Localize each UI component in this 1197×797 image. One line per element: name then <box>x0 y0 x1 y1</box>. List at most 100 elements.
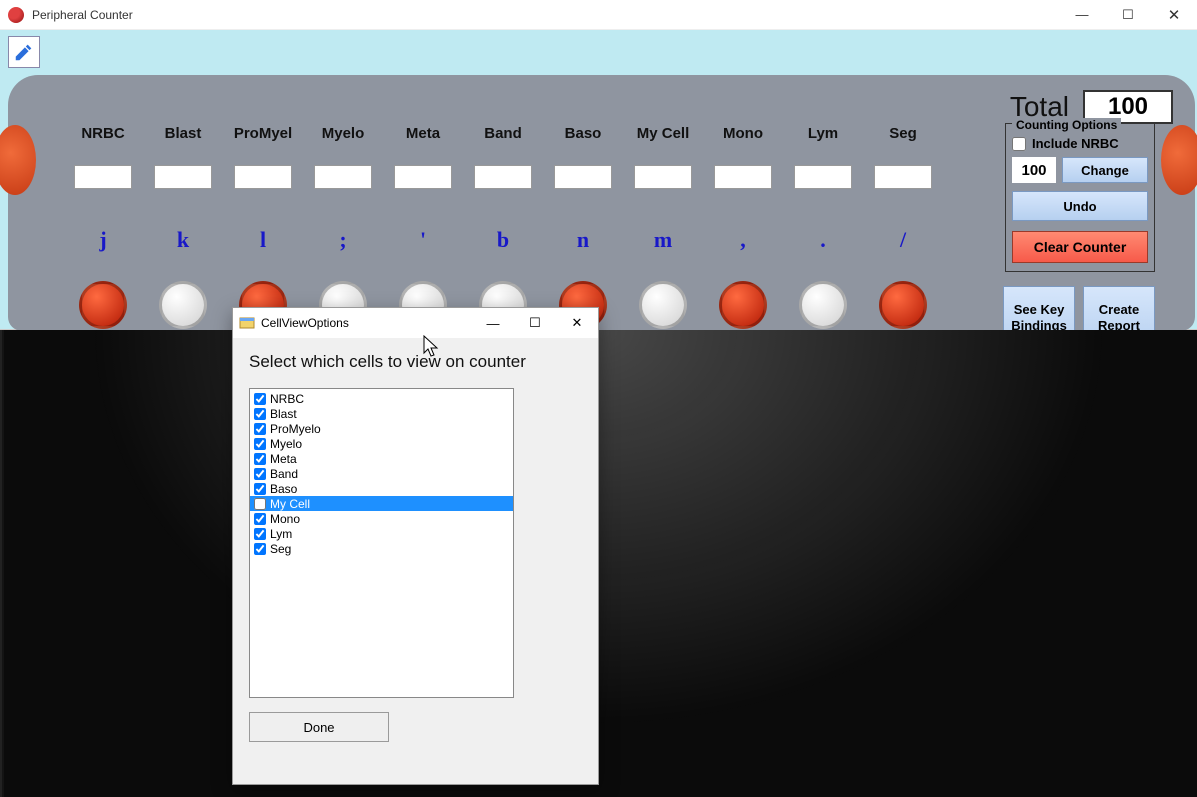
checklist-checkbox[interactable] <box>254 408 266 420</box>
cell-counter-button[interactable] <box>719 281 767 329</box>
done-button[interactable]: Done <box>249 712 389 742</box>
see-key-bindings-label: See Key Bindings <box>1008 302 1070 333</box>
cell-name-label: Baso <box>543 125 623 147</box>
cell-counter-button[interactable] <box>639 281 687 329</box>
cell-key-label: , <box>703 227 783 253</box>
cell-column: Baso n <box>543 125 623 329</box>
close-button[interactable]: ✕ <box>1151 0 1197 30</box>
cell-key-label: . <box>783 227 863 253</box>
cell-column: Lym. <box>783 125 863 329</box>
cell-count-box <box>874 165 932 189</box>
checklist-checkbox[interactable] <box>254 438 266 450</box>
cell-key-label: b <box>463 227 543 253</box>
dialog-close-button[interactable]: ✕ <box>556 308 598 338</box>
counting-options-legend: Counting Options <box>1012 118 1121 132</box>
checklist-label: Mono <box>270 512 300 526</box>
cell-count-box <box>714 165 772 189</box>
counting-options-group: Counting Options Include NRBC 100 Change… <box>1005 123 1155 272</box>
cell-key-label: k <box>143 227 223 253</box>
checklist-checkbox[interactable] <box>254 423 266 435</box>
cell-count-box <box>474 165 532 189</box>
cell-column: Blast k <box>143 125 223 329</box>
dialog-minimize-button[interactable]: — <box>472 308 514 338</box>
checklist-checkbox[interactable] <box>254 498 266 510</box>
cell-name-label: Lym <box>783 125 863 147</box>
dialog-prompt: Select which cells to view on counter <box>249 352 582 372</box>
cell-counter-button[interactable] <box>799 281 847 329</box>
checklist-item[interactable]: Band <box>250 466 513 481</box>
dialog-maximize-button[interactable]: ☐ <box>514 308 556 338</box>
cell-name-label: Band <box>463 125 543 147</box>
window-title: Peripheral Counter <box>32 8 1059 22</box>
change-button[interactable]: Change <box>1062 157 1148 183</box>
checklist-label: ProMyelo <box>270 422 321 436</box>
cell-counter-button[interactable] <box>79 281 127 329</box>
cell-key-label: m <box>623 227 703 253</box>
cell-count-box <box>314 165 372 189</box>
checklist-item[interactable]: NRBC <box>250 391 513 406</box>
checklist-checkbox[interactable] <box>254 483 266 495</box>
cell-column: ProMyell <box>223 125 303 329</box>
checklist-item[interactable]: Seg <box>250 541 513 556</box>
right-knob <box>1161 125 1197 195</box>
cell-name-label: My Cell <box>623 125 703 147</box>
cell-key-label: ' <box>383 227 463 253</box>
checklist-checkbox[interactable] <box>254 543 266 555</box>
cell-name-label: Myelo <box>303 125 383 147</box>
cell-count-box <box>634 165 692 189</box>
cell-name-label: NRBC <box>63 125 143 147</box>
window-controls: — ☐ ✕ <box>1059 0 1197 30</box>
checklist-label: Baso <box>270 482 297 496</box>
cell-column: NRBCj <box>63 125 143 329</box>
dialog-titlebar[interactable]: CellViewOptions — ☐ ✕ <box>233 308 598 338</box>
cell-checklist[interactable]: NRBCBlastProMyeloMyeloMetaBandBasoMy Cel… <box>249 388 514 698</box>
cell-key-label: ; <box>303 227 383 253</box>
checklist-item[interactable]: Meta <box>250 451 513 466</box>
checklist-checkbox[interactable] <box>254 393 266 405</box>
checklist-label: Blast <box>270 407 297 421</box>
cell-counter-button[interactable] <box>159 281 207 329</box>
include-nrbc-checkbox[interactable] <box>1012 137 1026 151</box>
cell-name-label: Blast <box>143 125 223 147</box>
cell-count-box <box>394 165 452 189</box>
minimize-button[interactable]: — <box>1059 0 1105 30</box>
main-titlebar: Peripheral Counter — ☐ ✕ <box>0 0 1197 30</box>
undo-button[interactable]: Undo <box>1012 191 1148 221</box>
left-knob <box>0 125 36 195</box>
checklist-checkbox[interactable] <box>254 513 266 525</box>
cell-column: Myelo; <box>303 125 383 329</box>
counter-panel: Total 100 NRBCjBlastkProMyellMyelo;Meta'… <box>0 30 1197 330</box>
cell-column: Seg/ <box>863 125 943 329</box>
clear-counter-button[interactable]: Clear Counter <box>1012 231 1148 263</box>
checklist-checkbox[interactable] <box>254 468 266 480</box>
cell-column: Mono, <box>703 125 783 329</box>
edit-icon[interactable] <box>8 36 40 68</box>
cell-count-box <box>554 165 612 189</box>
cell-name-label: Seg <box>863 125 943 147</box>
checklist-checkbox[interactable] <box>254 453 266 465</box>
cell-name-label: Meta <box>383 125 463 147</box>
cell-key-label: n <box>543 227 623 253</box>
checklist-label: Meta <box>270 452 297 466</box>
checklist-item[interactable]: Blast <box>250 406 513 421</box>
checklist-item[interactable]: Baso <box>250 481 513 496</box>
checklist-item[interactable]: ProMyelo <box>250 421 513 436</box>
maximize-button[interactable]: ☐ <box>1105 0 1151 30</box>
cell-columns: NRBCjBlastkProMyellMyelo;Meta'BandbBason… <box>63 125 943 329</box>
app-icon <box>8 7 24 23</box>
include-nrbc-label: Include NRBC <box>1032 136 1119 151</box>
checklist-item[interactable]: Myelo <box>250 436 513 451</box>
checklist-checkbox[interactable] <box>254 528 266 540</box>
cell-count-box <box>154 165 212 189</box>
cell-column: My Cell m <box>623 125 703 329</box>
checklist-label: Seg <box>270 542 291 556</box>
cell-view-options-dialog: CellViewOptions — ☐ ✕ Select which cells… <box>232 307 599 785</box>
cell-name-label: ProMyel <box>223 125 303 147</box>
checklist-item[interactable]: My Cell <box>250 496 513 511</box>
cell-counter-button[interactable] <box>879 281 927 329</box>
threshold-input[interactable]: 100 <box>1012 157 1056 183</box>
checklist-label: NRBC <box>270 392 304 406</box>
checklist-item[interactable]: Lym <box>250 526 513 541</box>
checklist-item[interactable]: Mono <box>250 511 513 526</box>
checklist-label: My Cell <box>270 497 310 511</box>
